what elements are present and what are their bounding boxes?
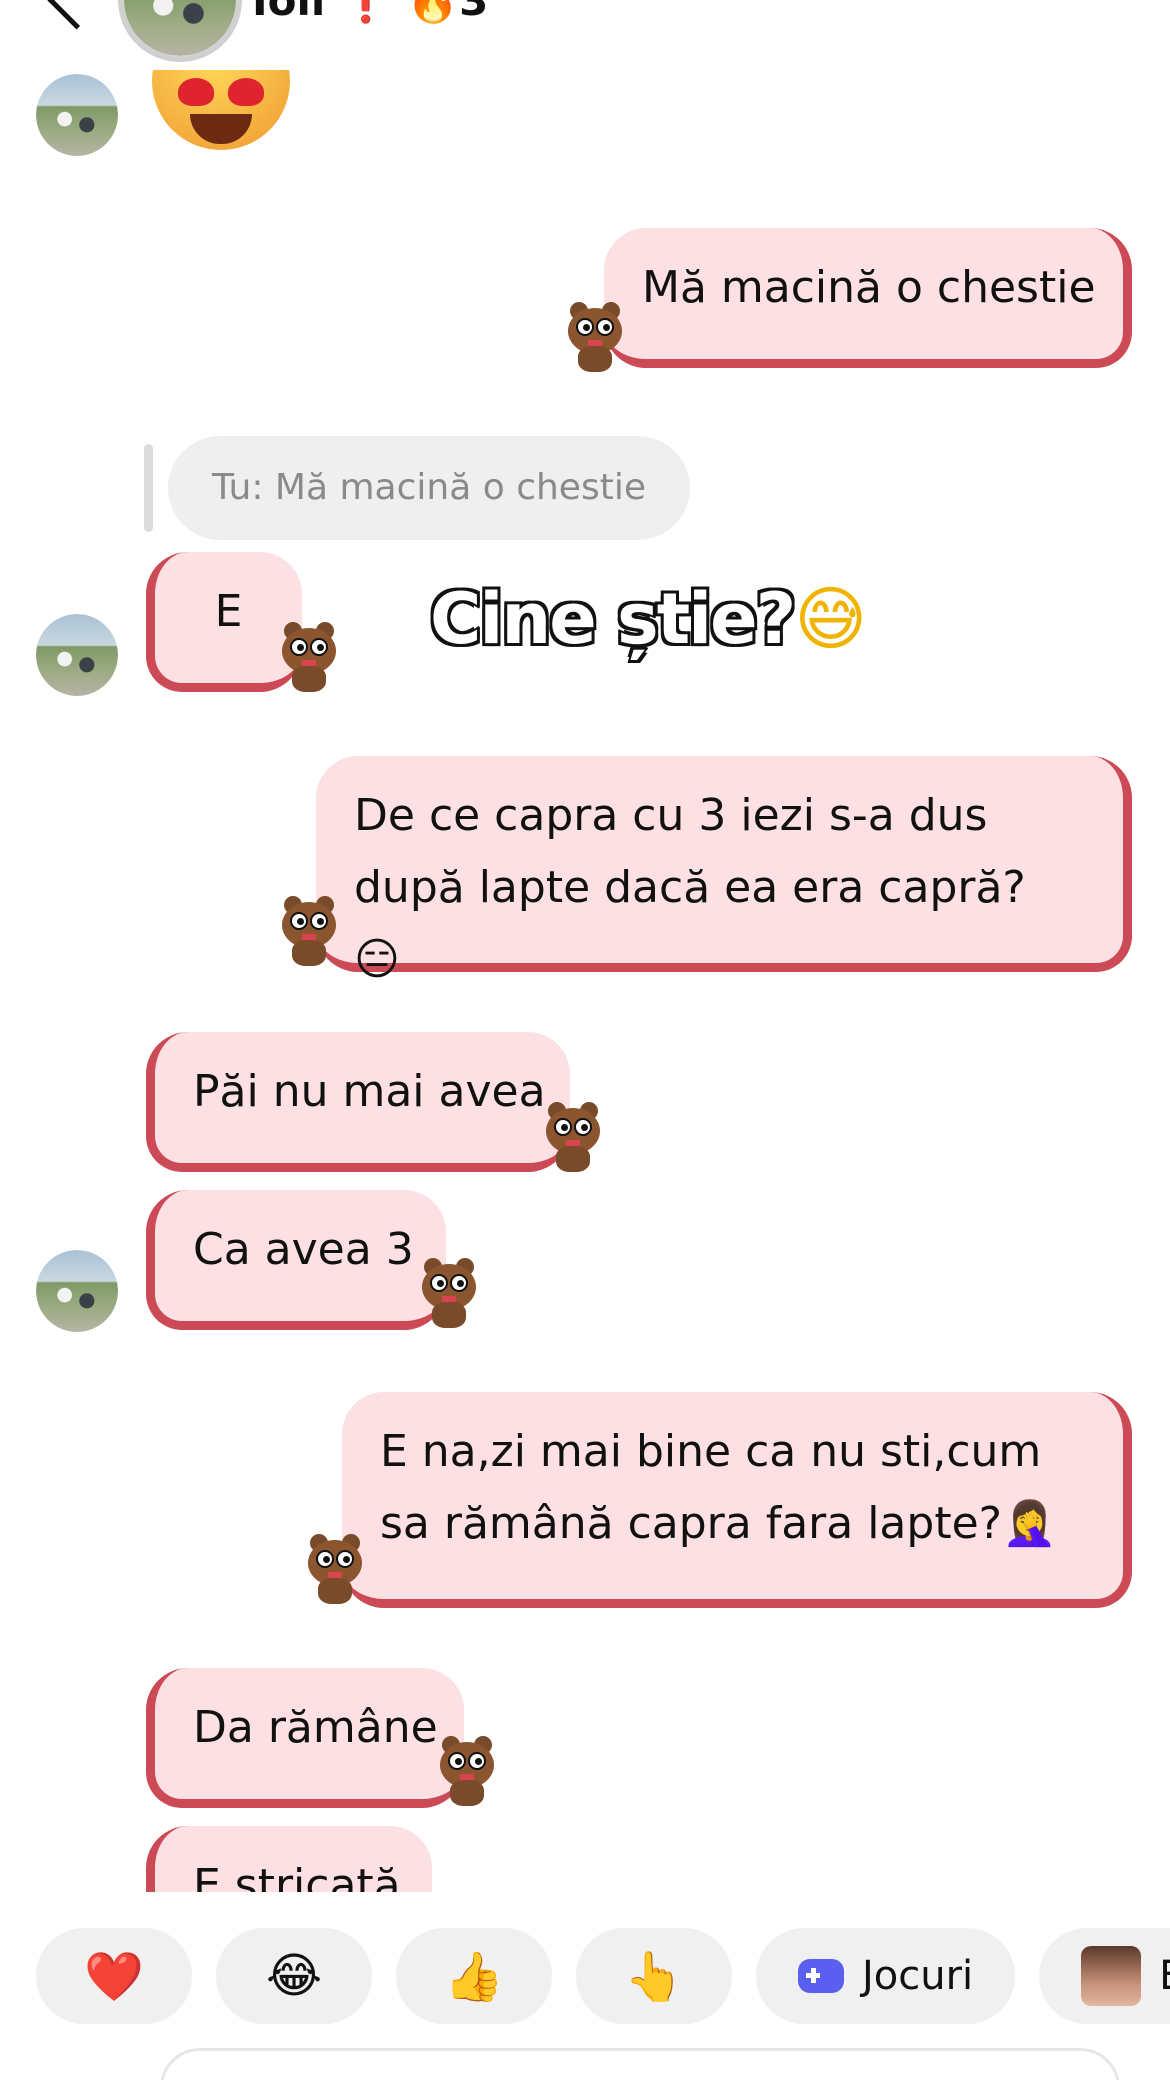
contact-avatar[interactable]	[36, 74, 118, 156]
quick-reactions-bar: ❤️ 😂 👍 👆 Jocuri E	[36, 1928, 1170, 2028]
message-text: E na,zi mai bine ca nu sti,cum sa rămână…	[380, 1426, 1057, 1549]
bear-sticker-icon	[438, 1736, 496, 1806]
reply-quote[interactable]: Tu: Mă macină o chestie	[168, 436, 690, 540]
grinning-sweat-icon: 😅	[794, 578, 867, 660]
header-avatar[interactable]	[118, 0, 242, 62]
message-bubble-incoming[interactable]: Da rămâne	[146, 1668, 464, 1808]
message-bubble-outgoing[interactable]: De ce capra cu 3 iezi s-a dus după lapte…	[316, 756, 1132, 985]
message-bubble-incoming[interactable]: Ca avea 3	[146, 1190, 446, 1330]
message-text: De ce capra cu 3 iezi s-a dus după lapte…	[354, 790, 1026, 985]
message-bubble-incoming[interactable]: E stricată	[146, 1826, 432, 1892]
reply-indicator	[144, 444, 153, 532]
message-text: Mă macină o chestie	[642, 262, 1096, 313]
message-bubble-outgoing[interactable]: Mă macină o chestie	[604, 228, 1132, 368]
message-bubble-incoming[interactable]: E	[146, 552, 302, 692]
contact-avatar[interactable]	[36, 1250, 118, 1332]
message-stream: Mă macină o chestie Tu: Mă macină o ches…	[0, 0, 1170, 1892]
message-bubble-outgoing[interactable]: E na,zi mai bine ca nu sti,cum sa rămână…	[342, 1392, 1132, 1608]
bear-sticker-icon	[306, 1534, 364, 1604]
contact-name[interactable]: Ioli ❗ 🔥3	[252, 0, 488, 26]
streak-badge: ❗ 🔥3	[339, 0, 489, 25]
contact-avatar[interactable]	[36, 614, 118, 696]
bear-sticker-icon	[566, 302, 624, 372]
bear-sticker-icon	[544, 1102, 602, 1172]
reaction-point-up-button[interactable]: 👆	[576, 1928, 732, 2024]
thumbs-up-icon: 👍	[444, 1948, 504, 2005]
message-composer[interactable]	[160, 2048, 1120, 2080]
message-text: Ca avea 3	[193, 1224, 414, 1275]
reaction-thumbs-up-button[interactable]: 👍	[396, 1928, 552, 2024]
games-label: Jocuri	[862, 1953, 974, 1999]
heart-icon: ❤️	[84, 1948, 144, 2005]
bear-sticker-icon	[420, 1258, 478, 1328]
message-text: Păi nu mai avea	[193, 1066, 546, 1117]
story-caption: Cine știe?😅	[428, 576, 867, 662]
bear-sticker-icon	[280, 896, 338, 966]
bear-sticker-icon	[280, 622, 338, 692]
contact-suggestion-button[interactable]: E	[1039, 1928, 1170, 2024]
gamepad-icon	[798, 1959, 844, 1993]
more-options-icon[interactable]	[1056, 0, 1126, 6]
reaction-heart-button[interactable]: ❤️	[36, 1928, 192, 2024]
back-arrow-icon[interactable]	[40, 0, 100, 20]
reaction-laugh-button[interactable]: 😂	[216, 1928, 372, 2024]
chat-header: Ioli ❗ 🔥3	[0, 0, 1170, 70]
point-up-icon: 👆	[624, 1948, 684, 2005]
message-bubble-incoming[interactable]: Păi nu mai avea	[146, 1032, 570, 1172]
message-text: E	[214, 586, 243, 637]
contact-photo	[1081, 1946, 1142, 2006]
laughing-tears-icon: 😂	[265, 1948, 323, 2004]
games-button[interactable]: Jocuri	[756, 1928, 1016, 2024]
message-text: E stricată	[193, 1860, 401, 1892]
contact-suggestion-label: E	[1159, 1953, 1170, 1999]
message-text: Da rămâne	[193, 1702, 438, 1753]
